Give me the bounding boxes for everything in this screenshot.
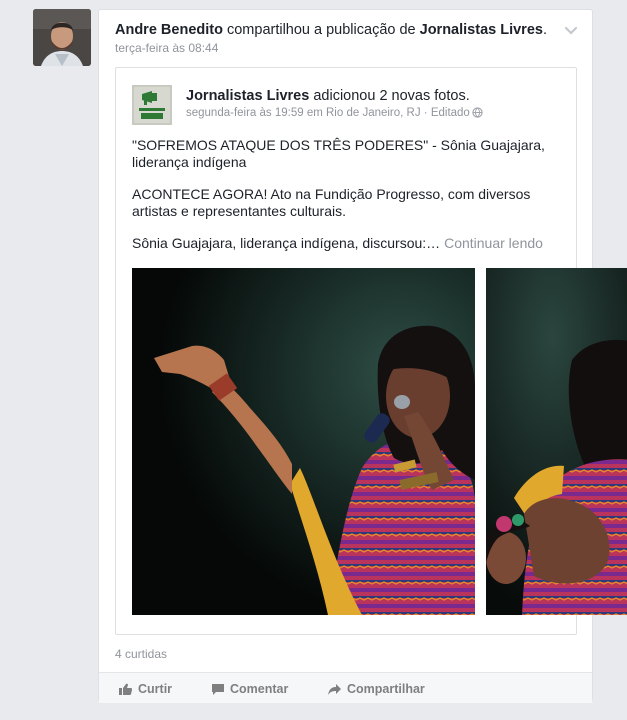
share-label: Compartilhar [347, 682, 425, 696]
post-body: "SOFREMOS ATAQUE DOS TRÊS PODERES" - Sôn… [132, 137, 562, 252]
globe-icon [472, 107, 483, 118]
page-logo[interactable] [132, 85, 172, 125]
post-paragraph: ACONTECE AGORA! Ato na Fundição Progress… [132, 186, 531, 219]
like-count[interactable]: 4 curtidas [115, 647, 167, 661]
like-button[interactable]: Curtir [119, 682, 172, 696]
photo-thumbnail[interactable] [484, 268, 627, 615]
post-excerpt-line: Sônia Guajajara, liderança indígena, dis… [132, 235, 562, 252]
story-verb: compartilhou a publicação de [222, 22, 420, 38]
share-arrow-icon [328, 684, 341, 695]
speech-bubble-icon [212, 684, 224, 695]
shared-post-meta: segunda-feira às 19:59 em Rio de Janeiro… [186, 107, 566, 119]
shared-post-title: Jornalistas Livres adicionou 2 novas fot… [186, 88, 566, 104]
photo-thumbnail[interactable] [132, 268, 475, 615]
page-name-link[interactable]: Jornalistas Livres [186, 88, 309, 104]
shared-post: Jornalistas Livres adicionou 2 novas fot… [115, 67, 627, 635]
story-header: Andre Benedito compartilhou a publicação… [115, 21, 562, 55]
feed-story-card: Andre Benedito compartilhou a publicação… [98, 9, 627, 703]
chevron-down-icon[interactable] [564, 24, 578, 38]
target-page-link[interactable]: Jornalistas Livres [420, 22, 543, 38]
comment-label: Comentar [230, 682, 289, 696]
actor-link[interactable]: Andre Benedito [115, 22, 223, 38]
story-period: . [542, 22, 547, 38]
post-excerpt: Sônia Guajajara, liderança indígena, dis… [132, 235, 441, 251]
story-timestamp[interactable]: terça-feira às 08:44 [115, 41, 562, 55]
continue-reading-link[interactable]: Continuar lendo [444, 235, 543, 251]
like-label: Curtir [138, 682, 173, 696]
shared-post-action: adicionou 2 novas fotos. [309, 88, 470, 104]
comment-button[interactable]: Comentar [212, 682, 288, 696]
post-paragraph: "SOFREMOS ATAQUE DOS TRÊS PODERES" - Sôn… [132, 137, 545, 170]
thumbs-up-icon [119, 683, 132, 695]
shared-post-header: Jornalistas Livres adicionou 2 novas fot… [186, 88, 566, 119]
story-title: Andre Benedito compartilhou a publicação… [115, 21, 562, 39]
user-avatar[interactable] [33, 9, 91, 66]
photo-strip [132, 268, 627, 615]
action-bar: Curtir Comentar Compartilhar [99, 672, 592, 703]
share-button[interactable]: Compartilhar [328, 682, 425, 696]
shared-post-timestamp[interactable]: segunda-feira às 19:59 em Rio de Janeiro… [186, 107, 470, 119]
